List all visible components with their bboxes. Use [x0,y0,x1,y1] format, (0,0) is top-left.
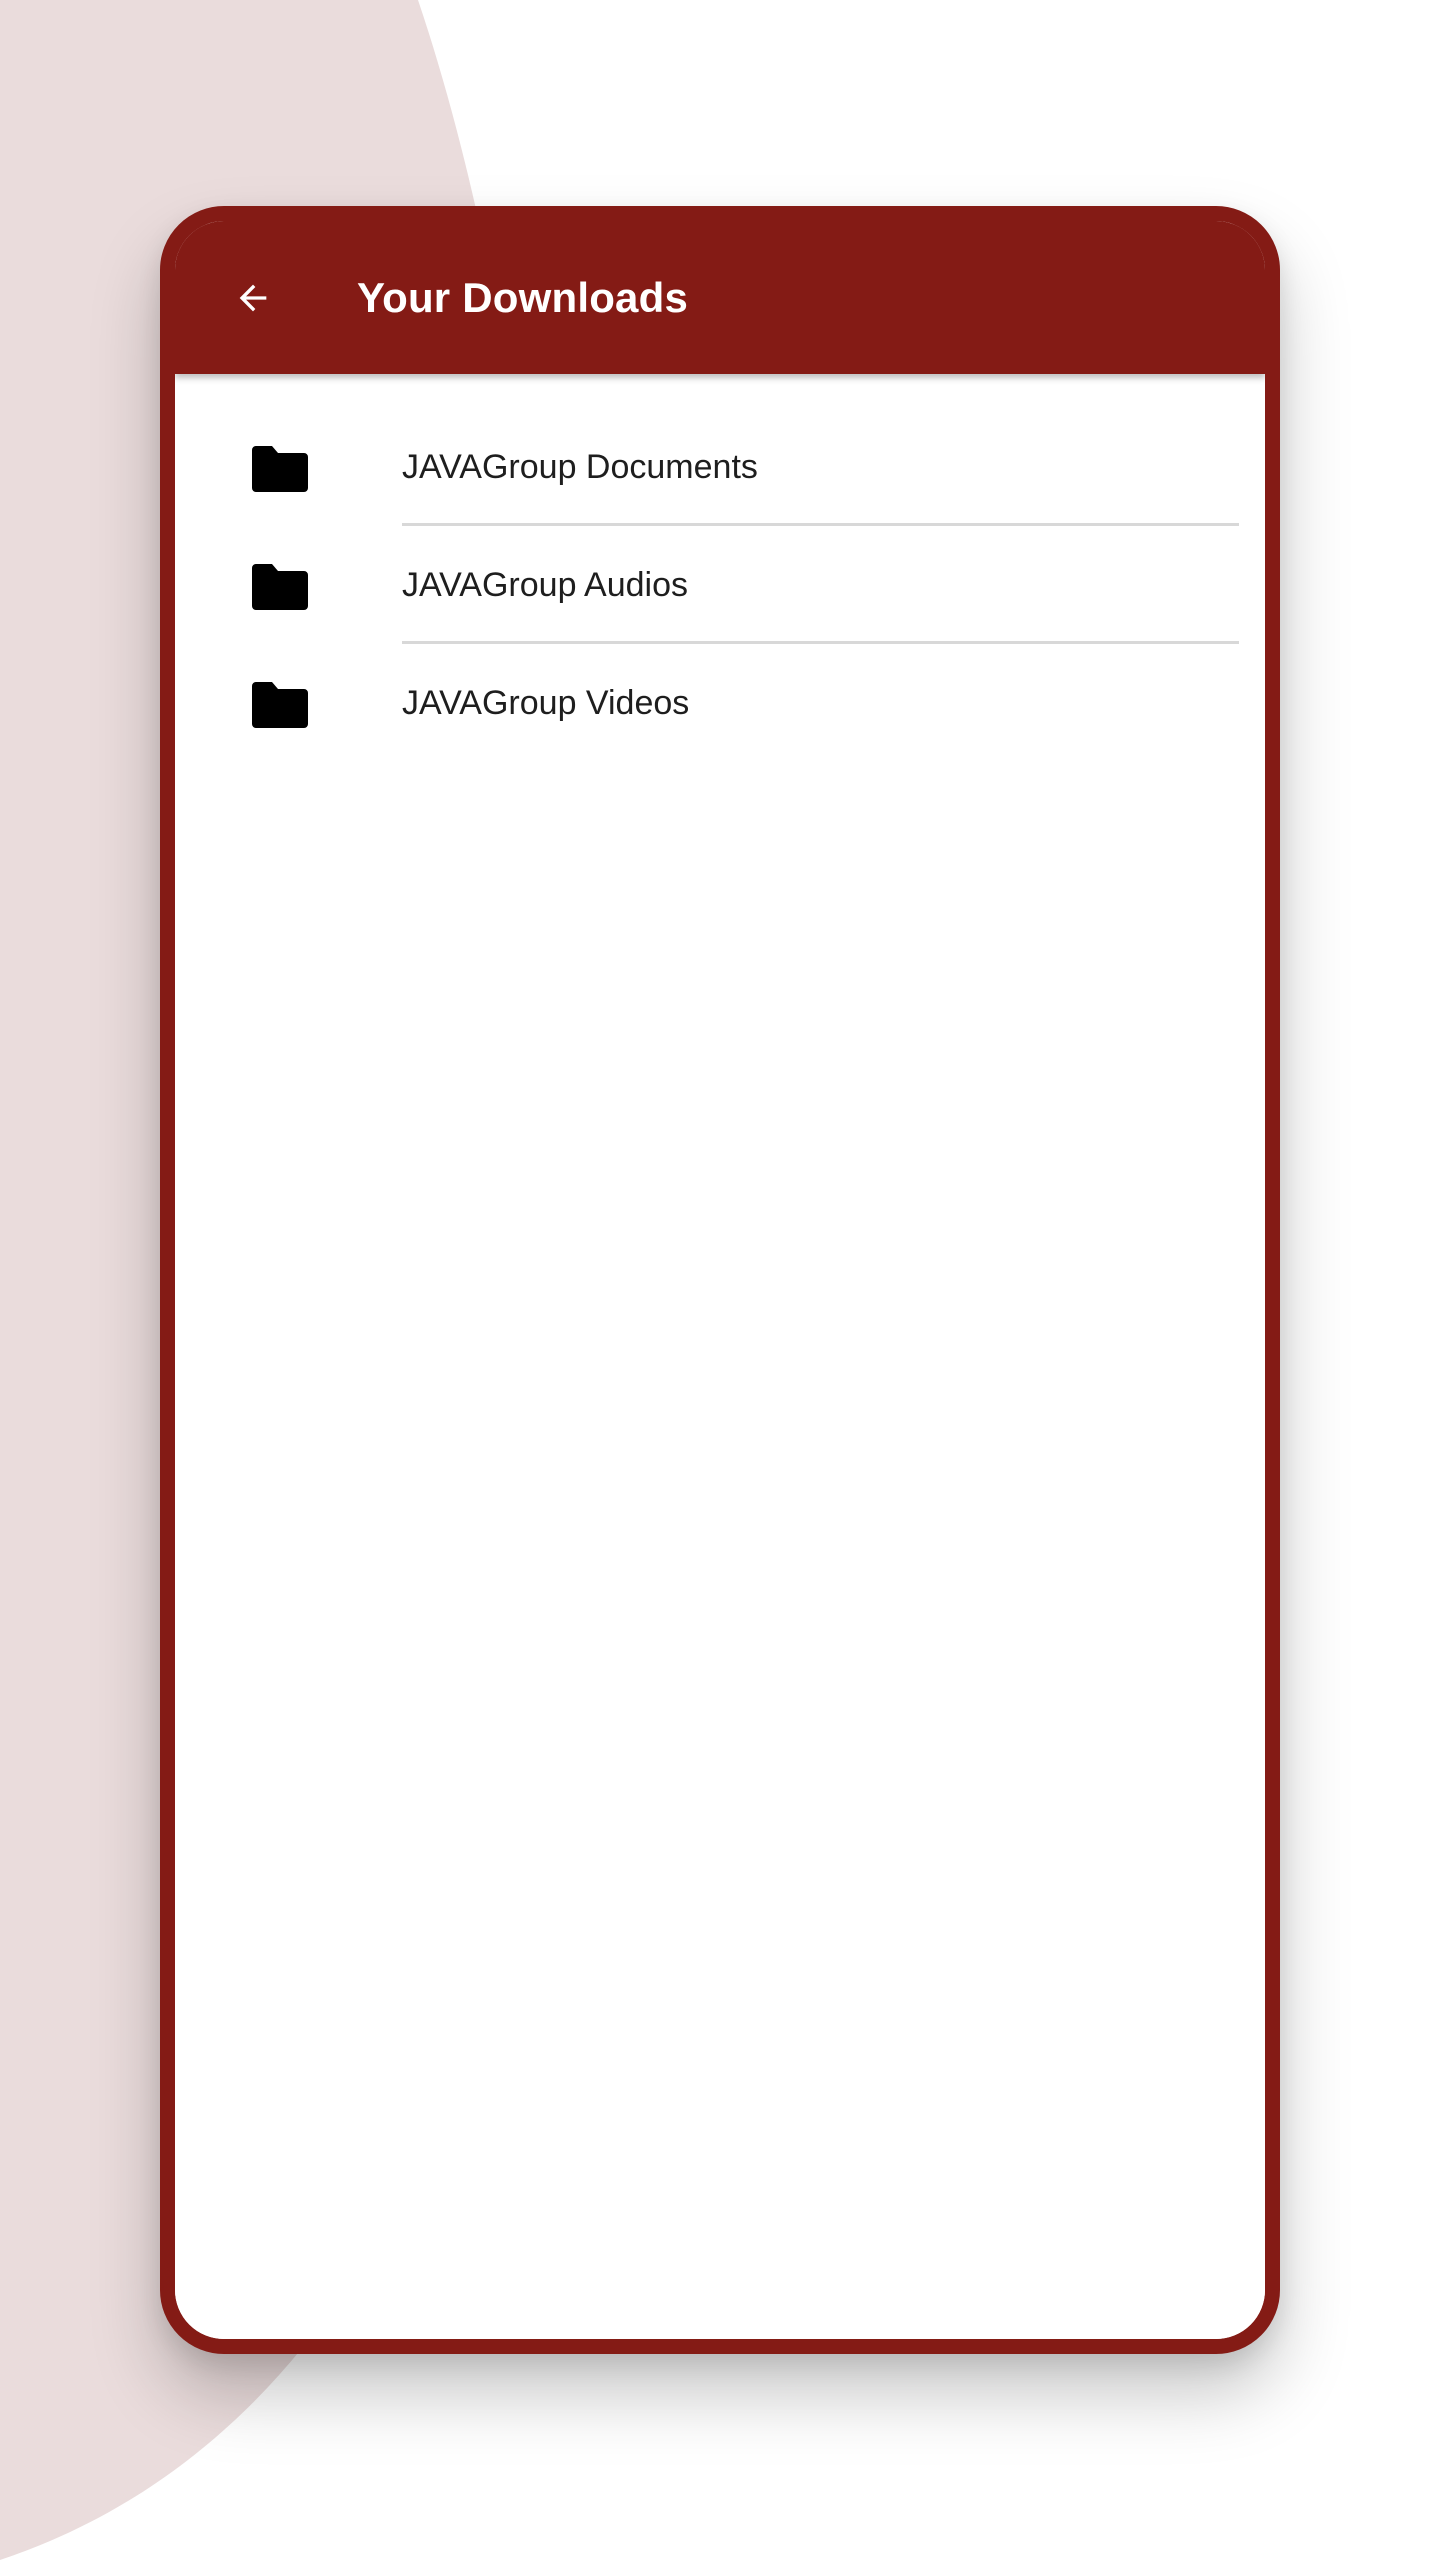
folder-list: JAVAGroup Documents JAVAGroup Audios JAV… [175,408,1265,762]
arrow-left-icon [239,284,267,312]
list-item-documents[interactable]: JAVAGroup Documents [175,408,1265,526]
back-button[interactable] [223,268,283,328]
folder-icon [252,446,308,492]
folder-label: JAVAGroup Audios [402,566,689,604]
list-item-audios[interactable]: JAVAGroup Audios [175,526,1265,644]
screen: Your Downloads JAVAGroup Documents JAVAG… [0,0,1440,2560]
folder-icon [252,682,308,728]
folder-label: JAVAGroup Documents [402,448,758,486]
folder-label: JAVAGroup Videos [402,684,690,722]
app-bar: Your Downloads [175,221,1265,374]
list-item-videos[interactable]: JAVAGroup Videos [175,644,1265,762]
folder-list-container: JAVAGroup Documents JAVAGroup Audios JAV… [175,374,1265,2339]
folder-icon [252,564,308,610]
phone-frame: Your Downloads JAVAGroup Documents JAVAG… [160,206,1280,2354]
page-title: Your Downloads [357,274,689,321]
